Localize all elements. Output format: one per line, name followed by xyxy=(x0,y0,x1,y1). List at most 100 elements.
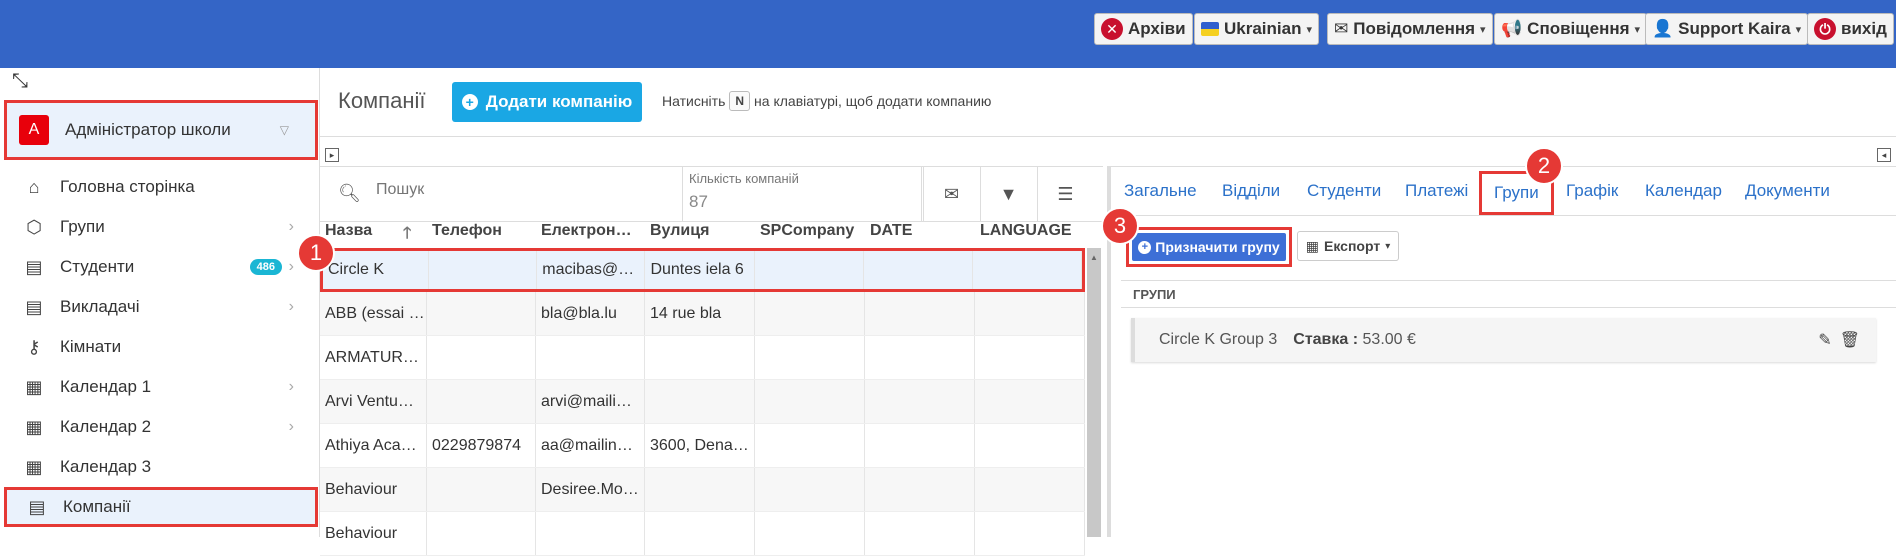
tab-students[interactable]: Студенти xyxy=(1307,181,1381,201)
email-button[interactable]: ✉ xyxy=(923,167,979,221)
table-header: Назва 🡑 Телефон Електрон… Вулиця SPCompan… xyxy=(320,222,1085,246)
list-toolbar: 🔍︎ Кількість компаній 87 ✉ ▼ ☰ xyxy=(320,166,1103,222)
edit-pencil-icon[interactable]: ✎ xyxy=(1818,330,1831,350)
search-icon: 🔍︎ xyxy=(338,183,361,203)
sidebar-item-students[interactable]: ▤ Студенти 486 › xyxy=(0,247,320,287)
school-avatar: A xyxy=(19,115,49,145)
keyboard-hint: Натисніть N на клавіатурі, щоб додати ко… xyxy=(662,91,992,111)
trash-icon[interactable]: 🗑 xyxy=(1840,330,1860,350)
column-header-date[interactable]: DATE xyxy=(865,222,975,246)
tab-departments[interactable]: Відділи xyxy=(1222,181,1280,201)
key-icon: ⚷ xyxy=(27,336,41,357)
hamburger-icon: ☰ xyxy=(1057,183,1074,204)
tab-schedule[interactable]: Графік xyxy=(1566,181,1618,201)
plus-circle-icon: + xyxy=(1138,240,1152,254)
chevron-down-icon: ▾ xyxy=(1795,23,1802,36)
sort-up-icon[interactable]: 🡑 xyxy=(403,222,411,246)
page-title: Компанії xyxy=(338,88,426,113)
cube-icon: ⬡ xyxy=(26,216,42,237)
step-marker-2: 2 xyxy=(1525,147,1563,185)
id-card-icon: ▤ xyxy=(25,296,43,317)
divider xyxy=(320,136,1896,137)
column-header-phone[interactable]: Телефон xyxy=(427,222,536,246)
tab-general[interactable]: Загальне xyxy=(1124,181,1197,201)
envelope-icon: ✉ xyxy=(943,183,960,204)
tab-documents[interactable]: Документи xyxy=(1745,181,1830,201)
chevron-down-icon: ▽ xyxy=(279,123,289,137)
table-row[interactable]: Behaviour xyxy=(320,512,1085,556)
companies-table: Circle Kmacibas@… Duntes iela 6 ABB (essa… xyxy=(320,248,1085,556)
assign-group-button[interactable]: + Призначити групу xyxy=(1126,227,1292,267)
export-button[interactable]: ▦ Експорт ▾ xyxy=(1297,231,1399,261)
sidebar-item-home[interactable]: ⌂ Головна сторінка xyxy=(0,167,320,207)
table-icon: ▦ xyxy=(1305,237,1319,254)
table-row[interactable]: Circle Kmacibas@… Duntes iela 6 xyxy=(320,248,1085,292)
chevron-down-icon: ▾ xyxy=(1480,23,1486,36)
column-header-language[interactable]: LANGUAGE xyxy=(975,222,1085,246)
sidebar-item-calendar-2[interactable]: ▦ Календар 2 › xyxy=(0,407,320,447)
step-marker-3: 3 xyxy=(1101,207,1139,245)
groups-section-header: ГРУПИ xyxy=(1121,280,1896,308)
home-icon: ⌂ xyxy=(28,176,40,197)
add-company-button[interactable]: + Додати компанію xyxy=(452,82,642,122)
group-card[interactable]: Circle K Group 3 Ставка : 53.00 € ✎ 🗑 xyxy=(1131,318,1876,362)
archives-button[interactable]: ✕ Архіви xyxy=(1094,13,1193,45)
table-row[interactable]: Athiya Aca… 0229879874 aa@mailin… 3600, Den… xyxy=(320,424,1085,468)
chevron-right-icon: › xyxy=(288,258,294,275)
sidebar-item-groups[interactable]: ⬡ Групи › xyxy=(0,207,320,247)
school-selector[interactable]: A Адміністратор школи ▽ xyxy=(4,100,318,160)
id-card-icon: ▤ xyxy=(25,256,43,277)
table-row[interactable]: ABB (essai … bla@bla.lu 14 rue bla xyxy=(320,292,1085,336)
table-row[interactable]: Arvi Ventu… arvi@maili… xyxy=(320,380,1085,424)
detail-tabs: Загальне Відділи Студенти Платежі Групи … xyxy=(1111,166,1896,216)
calendar-icon: ▦ xyxy=(25,416,43,437)
calendar-icon: ▦ xyxy=(25,376,43,397)
messages-button[interactable]: ✉ Повідомлення ▾ xyxy=(1327,13,1493,45)
tab-payments[interactable]: Платежі xyxy=(1405,181,1468,201)
tab-calendar[interactable]: Календар xyxy=(1645,181,1722,201)
close-circle-icon: ✕ xyxy=(1101,18,1123,40)
user-icon: 👤 xyxy=(1652,19,1674,38)
sidebar-item-calendar-1[interactable]: ▦ Календар 1 › xyxy=(0,367,320,407)
table-row[interactable]: Behaviour Desiree.Mo… xyxy=(320,468,1085,512)
group-name: Circle K Group 3 xyxy=(1159,331,1278,348)
sidebar-item-teachers[interactable]: ▤ Викладачі › xyxy=(0,287,320,327)
sidebar-item-companies[interactable]: ▤ Компанії xyxy=(4,487,318,527)
column-header-street[interactable]: Вулиця xyxy=(645,222,755,246)
company-count: Кількість компаній 87 xyxy=(682,167,922,221)
sidebar-item-calendar-3[interactable]: ▦ Календар 3 xyxy=(0,447,320,487)
chevron-right-icon: › xyxy=(288,218,294,235)
menu-button[interactable]: ☰ xyxy=(1037,167,1093,221)
group-rate: Ставка : 53.00 € xyxy=(1293,331,1416,348)
table-row[interactable]: ARMATUR… xyxy=(320,336,1085,380)
column-header-name[interactable]: Назва 🡑 xyxy=(320,222,427,246)
school-label: Адміністратор школи xyxy=(65,120,231,139)
search-input[interactable] xyxy=(376,181,596,199)
notifications-button[interactable]: 📢 Сповіщення ▾ xyxy=(1494,13,1648,45)
step-marker-1: 1 xyxy=(297,234,335,272)
expand-left-panel-icon[interactable]: ▸ xyxy=(325,148,339,162)
table-scrollbar[interactable]: ▲ xyxy=(1087,248,1101,537)
language-select[interactable]: Ukrainian ▾ xyxy=(1194,13,1320,45)
column-header-spcompany[interactable]: SPCompany xyxy=(755,222,865,246)
scroll-up-icon[interactable]: ▲ xyxy=(1090,253,1098,262)
chevron-down-icon: ▾ xyxy=(1306,23,1313,36)
flag-icon xyxy=(1201,22,1219,36)
envelope-icon: ✉ xyxy=(1334,19,1349,38)
chevron-right-icon: › xyxy=(288,418,294,435)
keyboard-key: N xyxy=(729,91,751,111)
filter-button[interactable]: ▼ xyxy=(980,167,1036,221)
column-header-email[interactable]: Електрон… xyxy=(536,222,645,246)
sidebar-item-rooms[interactable]: ⚷ Кімнати xyxy=(0,327,320,367)
plus-circle-icon: + xyxy=(461,94,478,110)
megaphone-icon: 📢 xyxy=(1501,19,1523,38)
calendar-icon: ▦ xyxy=(25,456,43,477)
logout-button[interactable]: ⏻ вихід xyxy=(1807,13,1894,45)
id-card-icon: ▤ xyxy=(28,496,46,517)
chevron-down-icon: ▾ xyxy=(1634,23,1641,36)
user-menu[interactable]: 👤 Support Kaira ▾ xyxy=(1645,13,1809,45)
expand-right-panel-icon[interactable]: ◂ xyxy=(1877,148,1891,162)
collapse-arrows-icon[interactable]: ⤡ xyxy=(12,70,28,93)
sidebar: ⤡ A Адміністратор школи ▽ ⌂ Головна стор… xyxy=(0,68,320,537)
students-count-badge: 486 xyxy=(249,259,282,275)
